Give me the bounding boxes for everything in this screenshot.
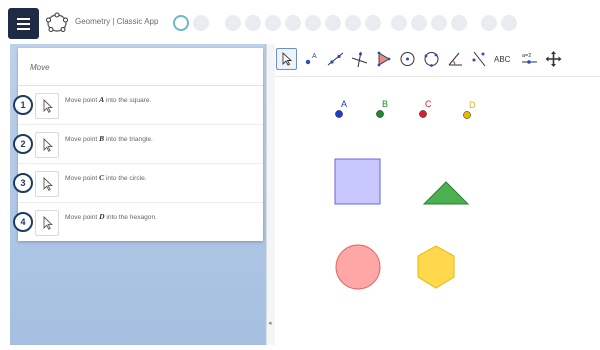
progress-dot[interactable]	[365, 15, 381, 31]
cursor-arrow-icon	[43, 137, 53, 152]
circle-shape[interactable]	[335, 244, 381, 290]
progress-dot[interactable]	[501, 15, 517, 31]
progress-dot[interactable]	[225, 15, 241, 31]
task-row: 3 Move point C into the circle.	[13, 164, 263, 203]
point-tool-button[interactable]: A	[302, 49, 321, 69]
polygon-tool-button[interactable]	[374, 49, 393, 69]
circle-three-points-tool-button[interactable]	[422, 49, 441, 69]
reflect-tool-button[interactable]	[470, 49, 489, 69]
point-d[interactable]: D	[463, 100, 476, 119]
move-tool-button[interactable]	[35, 93, 59, 119]
point-label: B	[382, 99, 388, 109]
point-label: C	[425, 99, 432, 109]
square-shape[interactable]	[334, 158, 381, 205]
progress-dot[interactable]	[325, 15, 341, 31]
menu-icon[interactable]	[8, 8, 39, 39]
svg-text:A: A	[312, 53, 317, 60]
polygon-icon	[377, 51, 391, 67]
top-bar: Geometry | Classic App	[0, 0, 600, 48]
progress-dot[interactable]	[305, 15, 321, 31]
step-number-badge: 4	[13, 212, 33, 232]
toolbar: A ABC a=2	[275, 46, 600, 74]
task-instruction: Move point A into the square.	[65, 95, 152, 104]
task-instruction: Move point C into the circle.	[65, 173, 147, 182]
move-view-arrows-icon	[545, 51, 562, 67]
progress-dot[interactable]	[431, 15, 447, 31]
point-label: A	[341, 99, 347, 109]
perpendicular-line-icon	[351, 51, 368, 68]
cursor-arrow-icon	[43, 98, 53, 113]
move-tool-button[interactable]	[276, 48, 297, 70]
point-a[interactable]: A	[335, 99, 347, 118]
step-number-badge: 2	[13, 134, 33, 154]
toolbar-divider	[275, 76, 600, 77]
line-tool-button[interactable]	[326, 49, 345, 69]
progress-dot[interactable]	[391, 15, 407, 31]
progress-dot[interactable]	[411, 15, 427, 31]
point-c[interactable]: C	[419, 99, 432, 118]
point-label: D	[469, 100, 476, 110]
line-icon	[327, 52, 344, 66]
step-number-badge: 3	[13, 173, 33, 193]
reflect-line-icon	[472, 51, 486, 67]
panel-title: Move	[30, 63, 50, 72]
task-instruction: Move point D into the hexagon.	[65, 212, 157, 221]
progress-dot[interactable]	[451, 15, 467, 31]
circle-three-points-icon	[424, 52, 439, 67]
graphics-view[interactable]: A B C D	[276, 78, 600, 345]
task-row: 2 Move point B into the triangle.	[13, 125, 263, 164]
cursor-arrow-icon	[282, 51, 293, 66]
progress-dot[interactable]	[173, 15, 189, 31]
angle-tool-button[interactable]	[446, 49, 465, 69]
task-row: 1 Move point A into the square.	[13, 86, 263, 125]
instructions-panel: Move 1 Move point A into the square. 2 Move…	[10, 44, 266, 345]
step-number-badge: 1	[13, 95, 33, 115]
circle-center-point-tool-button[interactable]	[398, 49, 417, 69]
panel-splitter[interactable]: ◂	[266, 44, 275, 345]
progress-dot[interactable]	[245, 15, 261, 31]
progress-dots	[173, 15, 523, 35]
move-tool-button[interactable]	[35, 210, 59, 236]
point-icon: A	[305, 53, 317, 65]
circle-center-icon	[400, 52, 415, 66]
progress-dot[interactable]	[285, 15, 301, 31]
hexagon-shape[interactable]	[417, 245, 455, 289]
task-instruction: Move point B into the triangle.	[65, 134, 153, 143]
splitter-grip-icon[interactable]: ◂	[268, 319, 272, 327]
slider-icon	[522, 60, 537, 64]
point-b[interactable]: B	[376, 99, 388, 118]
progress-dot[interactable]	[345, 15, 361, 31]
progress-dot[interactable]	[193, 15, 209, 31]
progress-dot[interactable]	[481, 15, 497, 31]
cursor-arrow-icon	[43, 215, 53, 230]
triangle-shape[interactable]	[422, 181, 470, 205]
geogebra-logo-icon	[46, 12, 68, 32]
perpendicular-line-tool-button[interactable]	[350, 49, 369, 69]
app-title: Geometry | Classic App	[75, 17, 159, 26]
task-row: 4 Move point D into the hexagon.	[13, 203, 263, 242]
move-tool-button[interactable]	[35, 171, 59, 197]
move-graphics-view-tool-button[interactable]	[544, 49, 563, 69]
text-tool-button[interactable]: ABC	[494, 55, 510, 64]
slider-tool-button[interactable]: a=2	[520, 49, 539, 69]
move-tool-button[interactable]	[35, 132, 59, 158]
cursor-arrow-icon	[43, 176, 53, 191]
graphics-canvas[interactable]: A B C D	[276, 78, 600, 345]
instructions-card: Move 1 Move point A into the square. 2 Move…	[13, 48, 263, 242]
progress-dot[interactable]	[265, 15, 281, 31]
angle-icon	[448, 52, 462, 66]
